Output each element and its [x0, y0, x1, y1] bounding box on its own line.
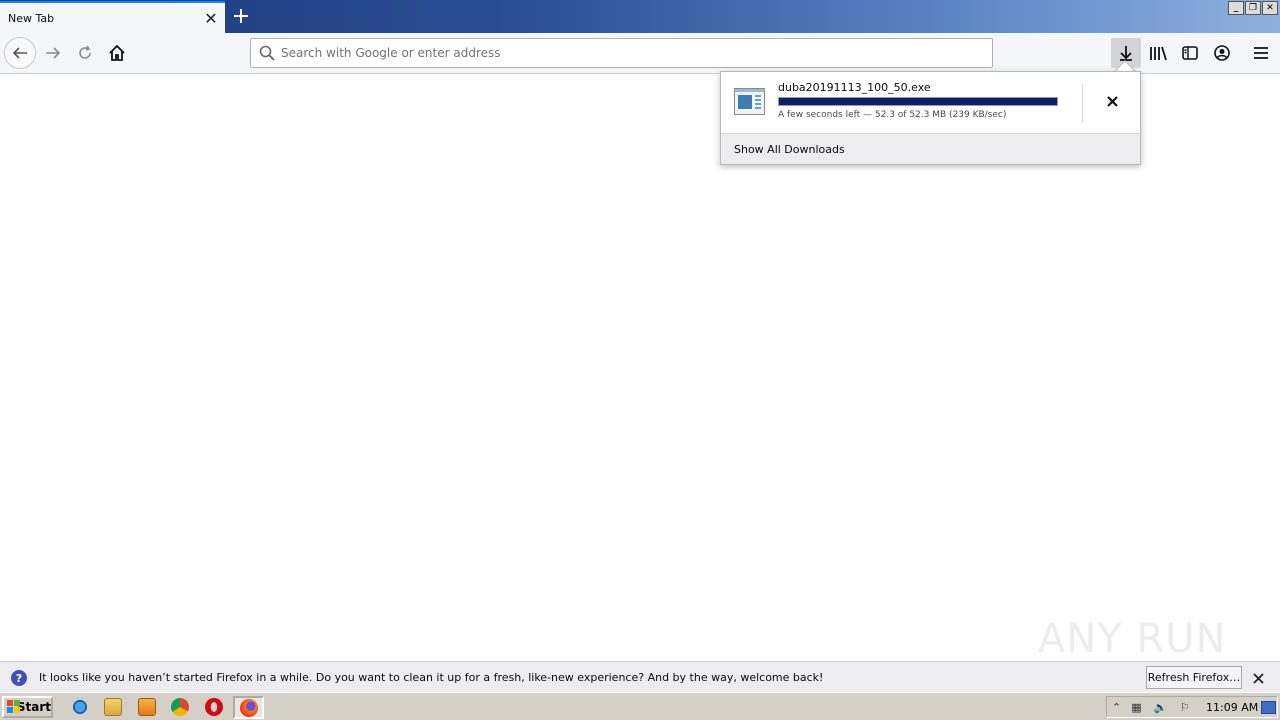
library-button[interactable]: [1143, 38, 1173, 68]
download-filename: duba20191113_100_50.exe: [778, 81, 931, 94]
back-button[interactable]: [4, 37, 36, 69]
notification-text: It looks like you haven’t started Firefo…: [39, 671, 824, 684]
question-icon: ?: [11, 670, 27, 686]
downloads-panel: duba20191113_100_50.exe A few seconds le…: [720, 71, 1141, 165]
search-input[interactable]: [281, 46, 961, 60]
show-all-downloads-button[interactable]: Show All Downloads: [721, 133, 1140, 164]
firefox-icon: [240, 699, 258, 717]
taskbar-clock[interactable]: 11:09 AM: [1206, 701, 1258, 714]
nav-bar: [0, 33, 1280, 74]
forward-button[interactable]: [37, 37, 69, 69]
network-icon[interactable]: ▦: [1130, 701, 1143, 714]
notification-bar: ? It looks like you haven’t started Fire…: [0, 661, 1280, 692]
tab-close-icon[interactable]: ✕: [197, 4, 225, 32]
reload-icon: [79, 45, 91, 59]
internet-explorer-icon[interactable]: [71, 698, 89, 716]
account-button[interactable]: [1207, 38, 1237, 68]
refresh-firefox-button[interactable]: Refresh Firefox…: [1146, 666, 1242, 689]
tab-new-tab[interactable]: New Tab ✕: [0, 1, 225, 33]
start-button[interactable]: Start: [2, 696, 53, 718]
tab-strip: New Tab ✕ _ ❐ ✕: [0, 0, 1280, 33]
sidebar-button[interactable]: [1175, 38, 1205, 68]
home-button[interactable]: [101, 37, 133, 69]
address-bar[interactable]: [250, 38, 993, 68]
hamburger-menu-icon: [1254, 47, 1268, 59]
library-icon: [1150, 46, 1167, 61]
minimize-button[interactable]: _: [1228, 1, 1244, 15]
taskbar-firefox-button[interactable]: [233, 696, 264, 719]
menu-button[interactable]: [1246, 38, 1276, 68]
download-item[interactable]: duba20191113_100_50.exe A few seconds le…: [721, 72, 1140, 133]
window-controls: _ ❐ ✕: [1228, 1, 1278, 15]
search-icon: [259, 45, 275, 61]
download-progress-fill: [779, 98, 1057, 105]
download-progress-bar: [778, 97, 1058, 106]
show-desktop-icon[interactable]: [1261, 701, 1276, 714]
system-tray: ⌃ ▦ 🔈 ⚐ 11:09 AM: [1106, 696, 1278, 718]
plus-icon: [234, 9, 248, 23]
home-icon: [109, 44, 125, 61]
watermark-text: ANY RUN: [1038, 616, 1227, 662]
show-all-downloads-label: Show All Downloads: [734, 142, 845, 156]
cancel-download-button[interactable]: [1095, 86, 1129, 116]
chrome-icon[interactable]: [171, 698, 189, 716]
close-window-button[interactable]: ✕: [1262, 1, 1278, 15]
close-icon: [1106, 95, 1118, 107]
restore-button[interactable]: ❐: [1245, 1, 1261, 15]
new-tab-button[interactable]: [228, 2, 254, 30]
tray-expand-icon[interactable]: ⌃: [1110, 701, 1123, 714]
sidebar-icon: [1182, 46, 1198, 60]
action-center-flag-icon[interactable]: ⚐: [1178, 701, 1191, 714]
download-divider: [1082, 84, 1083, 122]
forward-arrow-icon: [46, 47, 61, 59]
back-arrow-icon: [12, 47, 27, 59]
account-icon: [1214, 45, 1230, 61]
file-explorer-icon[interactable]: [104, 698, 122, 716]
download-status: A few seconds left — 52.3 of 52.3 MB (23…: [778, 110, 1007, 120]
watermark-logo: ANY RUN: [1038, 608, 1238, 668]
volume-icon[interactable]: 🔈: [1154, 701, 1168, 714]
windows-logo-icon: [7, 700, 20, 714]
download-arrow-icon: [1120, 46, 1132, 61]
start-label: Start: [16, 700, 51, 714]
media-player-icon[interactable]: [138, 698, 156, 716]
taskbar: Start ⌃ ▦ 🔈 ⚐ 11:09 AM: [0, 692, 1280, 720]
exe-file-icon: [734, 88, 765, 115]
opera-icon[interactable]: [205, 698, 223, 716]
tab-title: New Tab: [8, 11, 55, 25]
notification-close-icon[interactable]: [1248, 668, 1268, 688]
reload-button[interactable]: [69, 37, 101, 69]
